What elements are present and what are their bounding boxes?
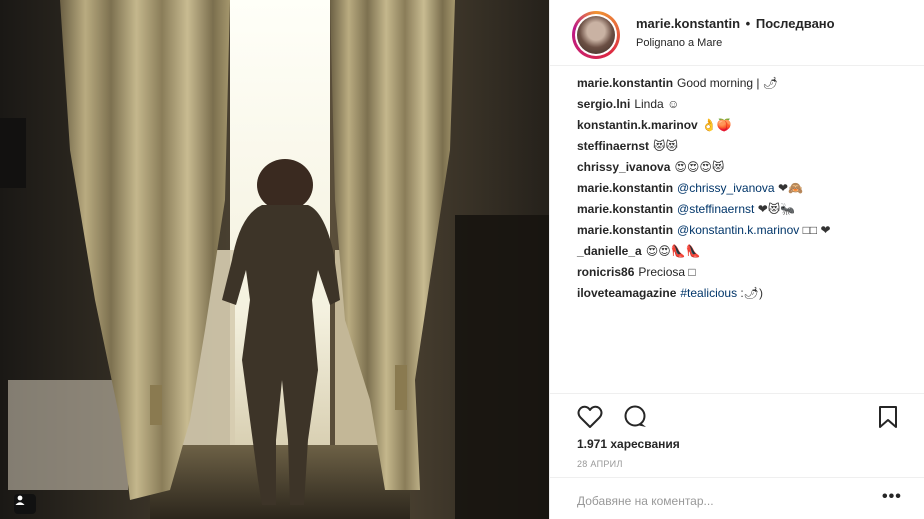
avatar-ring-inner bbox=[575, 14, 617, 56]
post-author-line: marie.konstantin • Последвано bbox=[636, 16, 835, 31]
comment-text: Linda bbox=[634, 97, 664, 111]
comment-text: Preciosa bbox=[638, 265, 686, 279]
comment-item: marie.konstantin Good morning | 🌶 bbox=[577, 76, 907, 90]
comment-emoji: ☺ bbox=[667, 97, 680, 111]
comment-item: _danielle_a 😍😍👠👠 bbox=[577, 244, 907, 258]
comment-item: iloveteamagazine #tealicious :🌶) bbox=[577, 286, 907, 300]
comments-list: marie.konstantin Good morning | 🌶 sergio.… bbox=[577, 76, 907, 307]
comment-emoji: 😍😍👠👠 bbox=[645, 244, 701, 258]
comment-item: sergio.lni Linda ☺ bbox=[577, 97, 907, 111]
comment-emoji: :🌶) bbox=[740, 286, 763, 300]
comment-emoji: 👌🍑 bbox=[701, 118, 732, 132]
instagram-post-view: marie.konstantin • Последвано Polignano … bbox=[0, 0, 924, 519]
comment-mention-link[interactable]: @steffinaernst bbox=[677, 202, 754, 216]
comment-emoji: 😻😻 bbox=[653, 139, 679, 153]
comment-item: marie.konstantin @steffinaernst ❤😻🐜 bbox=[577, 202, 907, 216]
heart-icon[interactable] bbox=[577, 405, 603, 434]
comment-mention-link[interactable]: @konstantin.k.marinov bbox=[677, 223, 799, 237]
divider bbox=[550, 393, 924, 394]
comment-mention-link[interactable]: @chrissy_ivanova bbox=[677, 181, 775, 195]
bookmark-icon[interactable] bbox=[877, 405, 899, 434]
divider bbox=[550, 477, 924, 478]
comment-item: steffinaernst 😻😻 bbox=[577, 139, 907, 153]
post-date[interactable]: 28 АПРИЛ bbox=[577, 459, 623, 469]
comment-username[interactable]: marie.konstantin bbox=[577, 181, 673, 195]
comment-emoji: 🌶 bbox=[762, 76, 779, 90]
post-location[interactable]: Polignano a Mare bbox=[636, 37, 722, 49]
comment-username[interactable]: _danielle_a bbox=[577, 244, 642, 258]
comment-emoji: □□ ❤ bbox=[802, 223, 831, 237]
photo-scene bbox=[0, 0, 549, 519]
comment-emoji: □ bbox=[688, 265, 696, 279]
post-author-username[interactable]: marie.konstantin bbox=[636, 16, 740, 31]
comment-username[interactable]: marie.konstantin bbox=[577, 223, 673, 237]
comment-username[interactable]: ronicris86 bbox=[577, 265, 634, 279]
post-actions-bar bbox=[577, 405, 907, 431]
comment-username[interactable]: chrissy_ivanova bbox=[577, 160, 670, 174]
profile-tag-icon[interactable] bbox=[14, 494, 36, 514]
comment-item: marie.konstantin @konstantin.k.marinov □□… bbox=[577, 223, 907, 237]
comment-hashtag-link[interactable]: #tealicious bbox=[680, 286, 737, 300]
comment-item: ronicris86 Preciosa □ bbox=[577, 265, 907, 279]
comment-text: Good morning | bbox=[677, 76, 760, 90]
post-side-panel: marie.konstantin • Последвано Polignano … bbox=[549, 0, 924, 519]
post-photo[interactable] bbox=[0, 0, 549, 519]
comment-username[interactable]: sergio.lni bbox=[577, 97, 630, 111]
comment-emoji: ❤🙈 bbox=[777, 181, 803, 195]
header-separator: • bbox=[745, 16, 751, 31]
comment-item: chrissy_ivanova 😍😍😍😻 bbox=[577, 160, 907, 174]
comment-item: marie.konstantin @chrissy_ivanova ❤🙈 bbox=[577, 181, 907, 195]
avatar-image bbox=[577, 16, 615, 54]
add-comment-input[interactable]: Добавяне на коментар... bbox=[577, 494, 714, 508]
comment-emoji: 😍😍😍😻 bbox=[674, 160, 725, 174]
more-options-button[interactable]: ••• bbox=[882, 488, 902, 506]
comment-emoji: ❤😻🐜 bbox=[757, 202, 796, 216]
comment-icon[interactable] bbox=[622, 405, 648, 434]
comment-username[interactable]: iloveteamagazine bbox=[577, 286, 676, 300]
likes-count[interactable]: 1.971 харесвания bbox=[577, 437, 680, 451]
follow-status-button[interactable]: Последвано bbox=[756, 16, 835, 31]
comment-username[interactable]: konstantin.k.marinov bbox=[577, 118, 698, 132]
post-header: marie.konstantin • Последвано Polignano … bbox=[550, 0, 924, 66]
comment-username[interactable]: marie.konstantin bbox=[577, 76, 673, 90]
avatar[interactable] bbox=[572, 11, 620, 59]
comment-username[interactable]: marie.konstantin bbox=[577, 202, 673, 216]
comment-username[interactable]: steffinaernst bbox=[577, 139, 649, 153]
comment-item: konstantin.k.marinov 👌🍑 bbox=[577, 118, 907, 132]
person-icon bbox=[15, 495, 25, 505]
